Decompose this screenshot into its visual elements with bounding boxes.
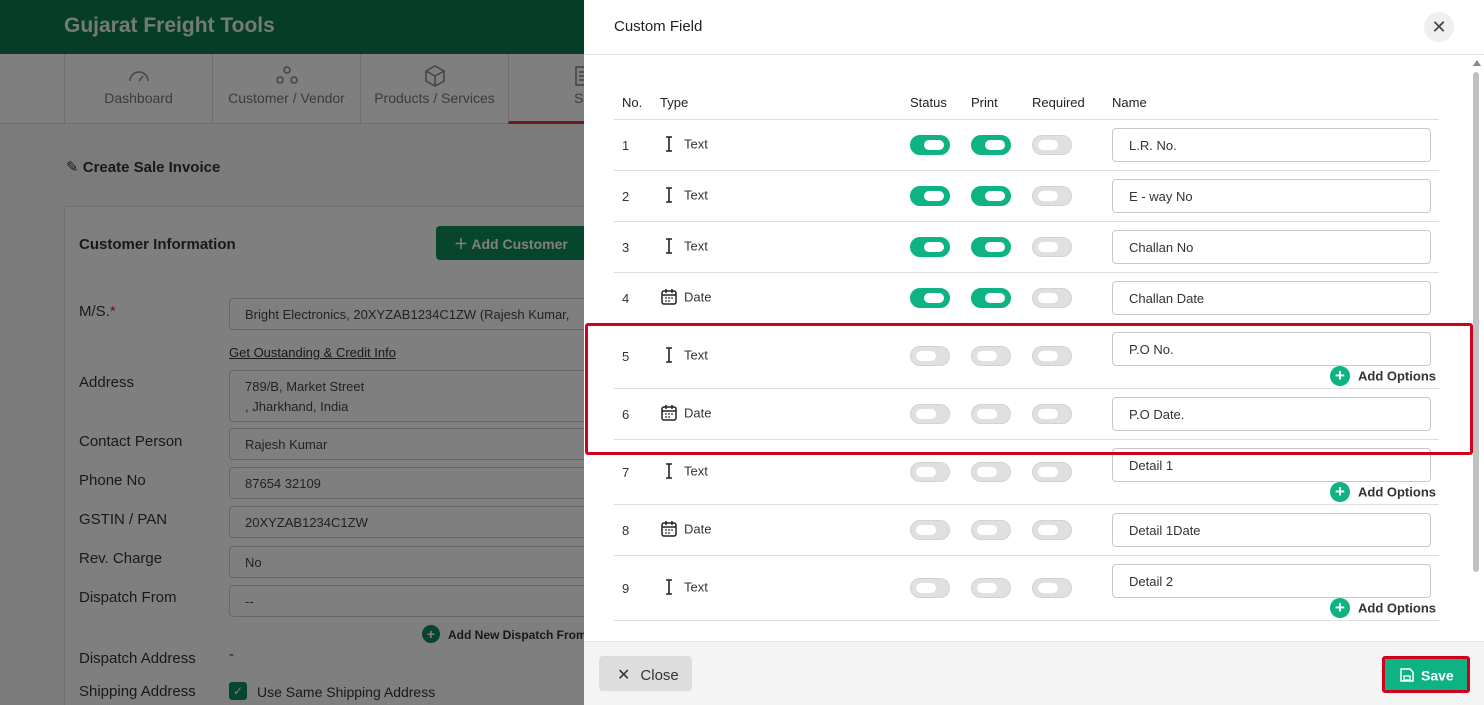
table-row: 3 Text Challan No — [614, 222, 1439, 273]
table-row: 2 Text E - way No — [614, 171, 1439, 222]
row-type: Text — [660, 237, 708, 255]
text-cursor-icon — [666, 238, 672, 254]
field-name-input[interactable]: Challan No — [1112, 230, 1431, 264]
save-button[interactable]: Save — [1382, 656, 1470, 693]
print-toggle[interactable] — [971, 578, 1011, 598]
row-type-label: Text — [684, 136, 708, 152]
header-print: Print — [971, 95, 998, 110]
modal-header: Custom Field ✕ — [584, 0, 1484, 55]
row-number: 3 — [622, 240, 630, 255]
add-options-button[interactable]: + Add Options — [1330, 598, 1436, 618]
plus-icon: + — [1330, 482, 1350, 502]
custom-field-table: No. Type Status Print Required Name 1 Tex… — [584, 55, 1484, 641]
close-icon[interactable]: ✕ — [1424, 12, 1454, 42]
field-name-input[interactable]: L.R. No. — [1112, 128, 1431, 162]
header-no: No. — [622, 95, 643, 110]
row-number: 9 — [622, 581, 630, 596]
required-toggle[interactable] — [1032, 520, 1072, 540]
close-icon: ✕ — [617, 667, 631, 684]
required-toggle[interactable] — [1032, 578, 1072, 598]
calendar-icon — [661, 521, 677, 537]
text-cursor-icon — [666, 579, 672, 595]
row-type-label: Text — [684, 463, 708, 479]
modal-footer: ✕ Close Save — [584, 641, 1484, 705]
text-cursor-icon — [666, 187, 672, 203]
status-toggle[interactable] — [910, 237, 950, 257]
row-type-label: Date — [684, 289, 712, 305]
row-type: Date — [660, 288, 711, 306]
table-row: 9 Text Detail 2 + Add Options — [614, 556, 1439, 621]
scrollbar-thumb[interactable] — [1473, 72, 1479, 572]
row-number: 2 — [622, 189, 630, 204]
row-type-label: Text — [684, 238, 708, 254]
header-status: Status — [910, 95, 947, 110]
row-type: Text — [660, 462, 708, 480]
row-type-label: Date — [684, 521, 712, 537]
save-icon — [1400, 668, 1414, 683]
scrollbar[interactable] — [1470, 58, 1481, 641]
header-type: Type — [660, 95, 689, 110]
add-options-button[interactable]: + Add Options — [1330, 482, 1436, 502]
row-type-label: Text — [684, 187, 708, 203]
text-cursor-icon — [666, 463, 672, 479]
status-toggle[interactable] — [910, 462, 950, 482]
status-toggle[interactable] — [910, 288, 950, 308]
table-row: 8 Date Detail 1Date — [614, 505, 1439, 556]
table-row: 1 Text L.R. No. — [614, 120, 1439, 171]
scroll-up-icon[interactable] — [1473, 60, 1481, 66]
field-name-input[interactable]: E - way No — [1112, 179, 1431, 213]
custom-field-modal: Custom Field ✕ No. Type Status Print Req… — [584, 0, 1484, 705]
status-toggle[interactable] — [910, 578, 950, 598]
save-button-label: Save — [1421, 667, 1454, 684]
row-type: Text — [660, 135, 708, 153]
status-toggle[interactable] — [910, 520, 950, 540]
row-number: 4 — [622, 291, 630, 306]
row-number: 1 — [622, 138, 630, 153]
status-toggle[interactable] — [910, 186, 950, 206]
modal-title: Custom Field — [614, 18, 703, 35]
table-header: No. Type Status Print Required Name — [614, 95, 1439, 120]
print-toggle[interactable] — [971, 520, 1011, 540]
row-type: Text — [660, 578, 708, 596]
field-name-input[interactable]: Detail 2 — [1112, 564, 1431, 598]
close-button[interactable]: ✕ Close — [599, 656, 692, 691]
row-type-label: Text — [684, 579, 708, 595]
required-toggle[interactable] — [1032, 135, 1072, 155]
print-toggle[interactable] — [971, 135, 1011, 155]
print-toggle[interactable] — [971, 288, 1011, 308]
header-name: Name — [1112, 95, 1147, 110]
required-toggle[interactable] — [1032, 237, 1072, 257]
required-toggle[interactable] — [1032, 462, 1072, 482]
print-toggle[interactable] — [971, 462, 1011, 482]
plus-icon: + — [1330, 598, 1350, 618]
print-toggle[interactable] — [971, 237, 1011, 257]
required-toggle[interactable] — [1032, 186, 1072, 206]
add-options-label: Add Options — [1358, 484, 1436, 500]
required-toggle[interactable] — [1032, 288, 1072, 308]
table-row: 4 Date Challan Date — [614, 273, 1439, 324]
text-cursor-icon — [666, 136, 672, 152]
row-type: Date — [660, 520, 711, 538]
status-toggle[interactable] — [910, 135, 950, 155]
calendar-icon — [661, 289, 677, 305]
row-number: 7 — [622, 465, 630, 480]
row-number: 8 — [622, 523, 630, 538]
field-name-input[interactable]: Detail 1Date — [1112, 513, 1431, 547]
field-name-input[interactable]: Challan Date — [1112, 281, 1431, 315]
row-type: Text — [660, 186, 708, 204]
header-required: Required — [1032, 95, 1085, 110]
close-button-label: Close — [640, 667, 679, 684]
highlight-box — [585, 323, 1473, 455]
add-options-label: Add Options — [1358, 600, 1436, 616]
print-toggle[interactable] — [971, 186, 1011, 206]
